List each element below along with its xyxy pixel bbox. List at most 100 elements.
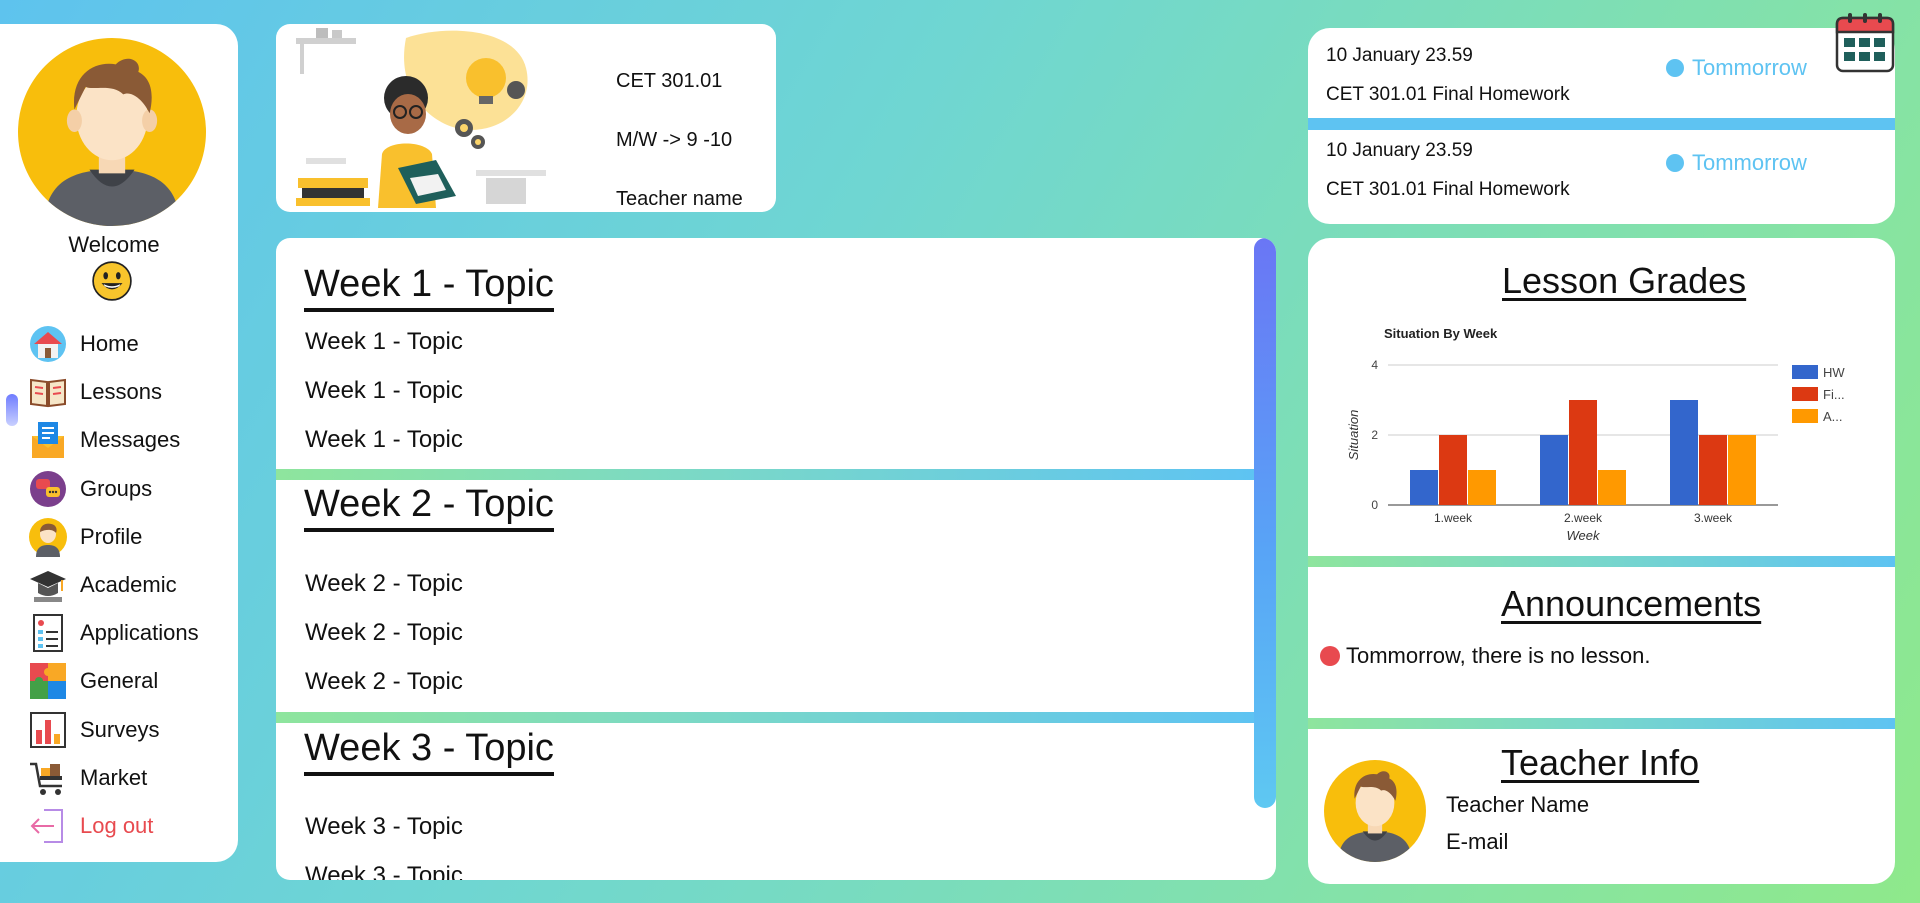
sidebar-item-label: Academic [80,572,177,598]
announcements-title: Announcements [1501,583,1762,624]
course-code: CET 301.01 [616,70,723,92]
legend-label: HW [1823,365,1845,380]
week-topic-item[interactable]: Week 3 - Topic [305,813,463,841]
deadline-title[interactable]: CET 301.01 Final Homework [1326,179,1570,201]
legend-label: Fi... [1823,387,1845,402]
lesson-grades-title: Lesson Grades [1502,260,1747,301]
teacher-email[interactable]: E-mail [1446,829,1508,855]
sidebar-item-lessons[interactable]: Lessons [28,368,199,416]
deadline-date: 10 January 23.59 [1326,140,1473,161]
active-indicator [6,394,18,426]
x-axis-label: Week [1567,528,1601,543]
bar-hw [1540,435,1568,505]
course-teacher: Teacher name [616,188,743,210]
sidebar-item-logout[interactable]: Log out [28,802,199,850]
divider [276,469,1254,480]
announcement-item[interactable]: Tommorrow, there is no lesson. [1346,643,1650,669]
divider [1308,118,1895,130]
course-schedule: M/W -> 9 -10 [616,129,733,151]
sidebar-item-label: Profile [80,523,143,549]
week-title[interactable]: Week 2 - Topic [304,480,554,532]
divider [1308,718,1895,729]
book-icon [30,379,66,408]
week-topic-item[interactable]: Week 1 - Topic [305,328,463,356]
week-title[interactable]: Week 1 - Topic [304,260,554,312]
weeks-list: Week 1 - Topic Week 1 - Topic Week 1 - T… [276,238,1276,880]
logout-icon [30,808,63,843]
sidebar-item-general[interactable]: General [28,657,199,705]
bar-fi [1699,435,1727,505]
bar-a [1728,435,1756,505]
course-card: CET 301.01 M/W -> 9 -10 Teacher name [276,24,776,212]
divider [1308,556,1895,567]
bar-a [1468,470,1496,505]
deadline-tag: Tommorrow [1692,150,1807,175]
teacher-name: Teacher Name [1446,792,1590,817]
cart-icon [30,762,62,795]
right-info-card: Lesson Grades Situation By Week 0 2 4 Situat… [1308,238,1895,884]
sidebar-item-label: Surveys [80,716,160,742]
message-icon [32,422,64,459]
student-reading-illustration [296,28,546,208]
sidebar-item-label: Applications [80,620,199,646]
smiley-icon [92,261,132,301]
welcome-text: Welcome [68,232,160,257]
bar-hw [1670,400,1698,505]
grades-chart: Situation By Week 0 2 4 Situation 1.week 2.wee… [1346,326,1845,543]
announcement-dot [1320,646,1340,666]
sidebar-item-label: Messages [80,427,181,453]
y-tick-label: 4 [1371,358,1378,372]
sidebar-nav: Home Lessons Messages Groups Profile Aca… [28,320,199,850]
chart-title: Situation By Week [1384,326,1498,341]
sidebar-item-market[interactable]: Market [28,754,199,802]
sidebar-item-label: Lessons [80,379,162,405]
teacher-info-title: Teacher Info [1501,742,1700,783]
profile-icon [29,517,67,557]
week-topic-item[interactable]: Week 2 - Topic [305,619,463,647]
sidebar-item-label: Groups [80,475,153,501]
week-topic-item[interactable]: Week 2 - Topic [305,668,463,696]
teacher-avatar [1324,760,1426,862]
graduation-cap-icon [30,571,66,603]
home-icon [30,326,66,363]
bar-chart-icon [30,711,66,748]
deadlines-card: 10 January 23.59 CET 301.01 Final Homewo… [1308,28,1895,224]
week-title[interactable]: Week 3 - Topic [304,724,554,776]
bar-hw [1410,470,1438,505]
sidebar-item-groups[interactable]: Groups [28,465,199,513]
sidebar: Welcome Home Lessons Messages Groups Pro… [0,24,238,862]
calendar-icon[interactable] [1834,12,1896,74]
legend-swatch [1792,365,1818,379]
week-topic-item[interactable]: Week 1 - Topic [305,426,463,454]
week-topic-item[interactable]: Week 3 - Topic [305,862,463,880]
legend-swatch [1792,409,1818,423]
status-dot [1666,154,1684,172]
deadline-status[interactable]: Tommorrow [1666,55,1807,81]
y-tick-label: 0 [1371,498,1378,512]
sidebar-item-applications[interactable]: Applications [28,609,199,657]
scrollbar[interactable] [1254,238,1276,808]
sidebar-item-academic[interactable]: Academic [28,561,199,609]
form-icon [33,614,63,653]
sidebar-item-messages[interactable]: Messages [28,416,199,464]
deadline-tag: Tommorrow [1692,55,1807,80]
week-topic-item[interactable]: Week 2 - Topic [305,570,463,598]
y-tick-label: 2 [1371,428,1378,442]
deadline-status[interactable]: Tommorrow [1666,150,1807,176]
bar-a [1598,470,1626,505]
sidebar-item-profile[interactable]: Profile [28,513,199,561]
sidebar-item-label: Log out [80,812,154,838]
sidebar-item-surveys[interactable]: Surveys [28,706,199,754]
user-avatar[interactable] [18,38,206,226]
legend-label: A... [1823,409,1843,424]
deadline-title[interactable]: CET 301.01 Final Homework [1326,84,1570,106]
x-tick-label: 2.week [1564,511,1603,525]
x-tick-label: 3.week [1694,511,1733,525]
sidebar-item-home[interactable]: Home [28,320,199,368]
x-tick-label: 1.week [1434,511,1473,525]
sidebar-item-label: Market [80,764,148,790]
puzzle-icon [30,663,66,700]
week-topic-item[interactable]: Week 1 - Topic [305,377,463,405]
deadline-date: 10 January 23.59 [1326,45,1473,66]
y-axis-label: Situation [1346,410,1361,461]
